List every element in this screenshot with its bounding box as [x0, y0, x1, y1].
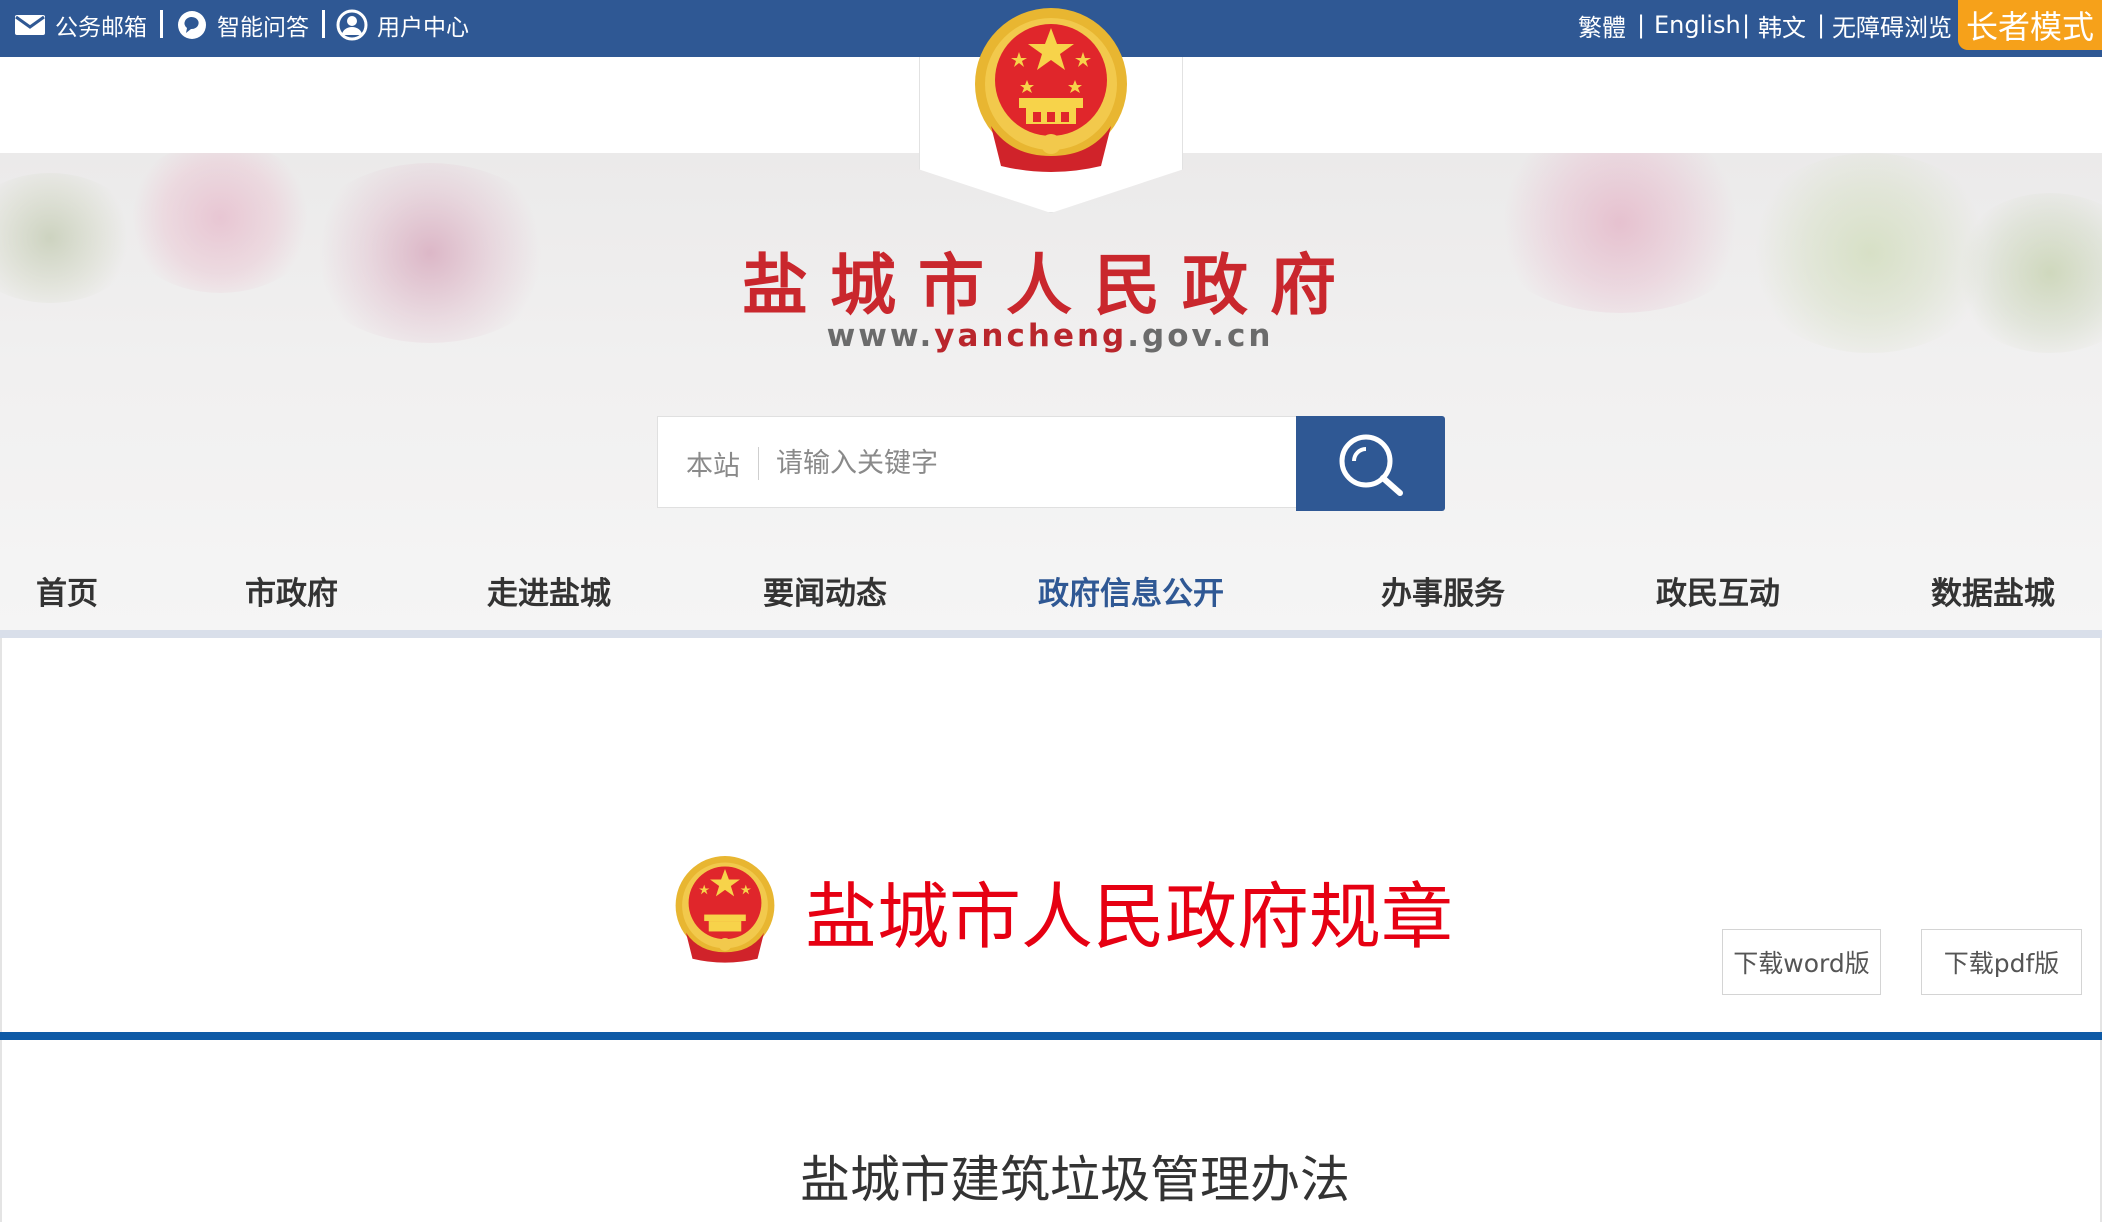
chat-bubble-icon: [178, 11, 206, 39]
separator: |: [1742, 11, 1751, 39]
nav-item-city-government[interactable]: 市政府: [245, 560, 338, 620]
document-title: 盐城市建筑垃圾管理办法: [800, 1151, 1350, 1209]
regulation-series-title: 盐城市人民政府规章: [805, 875, 1454, 959]
nav-divider: [0, 630, 2102, 638]
search-input[interactable]: [774, 431, 1278, 495]
mail-label: 公务邮箱: [55, 15, 147, 41]
user-center-label: 用户中心: [377, 15, 469, 41]
search-button[interactable]: [1296, 416, 1445, 511]
mail-link[interactable]: 公务邮箱: [14, 0, 147, 50]
separator: [322, 10, 325, 38]
download-word-button[interactable]: 下载word版: [1722, 929, 1881, 995]
national-emblem-icon: [675, 856, 775, 963]
search-scope[interactable]: 本站: [686, 417, 740, 509]
blossom-decoration: [1480, 153, 1760, 313]
title-divider: [0, 1032, 2102, 1040]
blossom-decoration: [0, 173, 140, 303]
lang-traditional-link[interactable]: 繁體: [1578, 0, 1626, 50]
qa-link[interactable]: 智能问答: [176, 0, 309, 50]
accessible-browse-link[interactable]: 无障碍浏览: [1832, 0, 1952, 50]
lang-english-link[interactable]: English: [1654, 0, 1741, 50]
search-box: 本站: [657, 416, 1297, 508]
blossom-decoration: [300, 163, 560, 343]
nav-item-news[interactable]: 要闻动态: [763, 560, 887, 620]
nav-item-home[interactable]: 首页: [36, 560, 98, 620]
download-pdf-button[interactable]: 下载pdf版: [1921, 929, 2082, 995]
site-name: 盐城市人民政府: [742, 246, 1358, 324]
elder-mode-button[interactable]: 长者模式: [1958, 0, 2102, 50]
blossom-decoration: [120, 153, 320, 293]
site-url: www.yancheng.gov.cn: [700, 318, 1400, 354]
qa-label: 智能问答: [217, 15, 309, 41]
nav-item-about-yancheng[interactable]: 走进盐城: [487, 560, 611, 620]
envelope-icon: [15, 15, 45, 35]
separator: [160, 10, 163, 38]
header-banner: [0, 153, 2102, 630]
separator: |: [1637, 11, 1646, 39]
url-prefix: www.: [826, 318, 935, 354]
nav-item-services[interactable]: 办事服务: [1381, 560, 1505, 620]
nav-item-interaction[interactable]: 政民互动: [1656, 560, 1780, 620]
nav-item-info-disclosure[interactable]: 政府信息公开: [1038, 560, 1224, 620]
search-divider: [758, 447, 759, 480]
separator: |: [1817, 11, 1826, 39]
national-emblem-icon[interactable]: [970, 6, 1132, 176]
url-suffix: .gov.cn: [1127, 318, 1274, 354]
magnifier-icon: [1339, 434, 1403, 496]
user-circle-icon: [336, 9, 368, 41]
nav-item-data-yancheng[interactable]: 数据盐城: [1931, 560, 2055, 620]
user-center-link[interactable]: 用户中心: [336, 0, 469, 50]
lang-korean-link[interactable]: 韩文: [1758, 0, 1806, 50]
url-highlight: yancheng: [934, 318, 1128, 354]
